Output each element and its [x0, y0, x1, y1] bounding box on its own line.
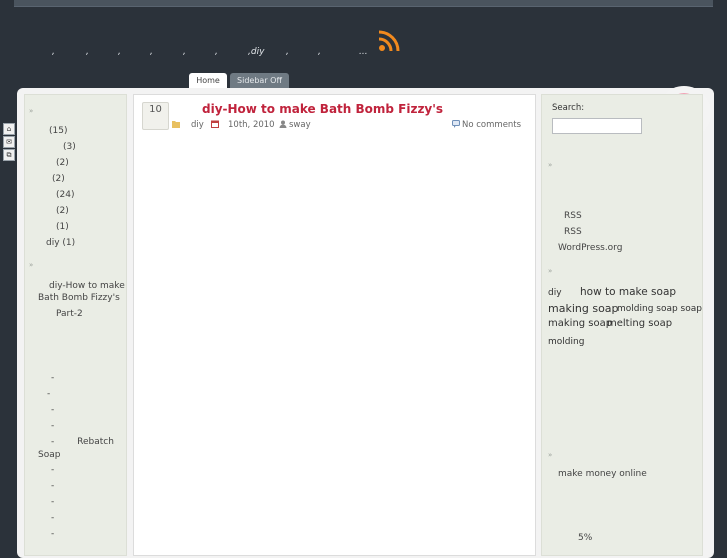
link-item[interactable]: - [51, 481, 54, 491]
meta-link[interactable]: RSS [564, 227, 582, 237]
bullet-icon: » [29, 107, 34, 115]
tagline-part: ... [359, 47, 368, 57]
link-item[interactable]: - [51, 405, 54, 415]
meta-link[interactable]: RSS [564, 211, 582, 221]
category-item[interactable]: diy (1) [46, 238, 75, 248]
right-sidebar: Search: » RSS RSS WordPress.org » diy ho… [541, 94, 703, 556]
recent-post-link[interactable]: Bath Bomb Fizzy's [38, 293, 120, 303]
top-bar [14, 0, 713, 7]
tagline-part: , [183, 47, 186, 57]
tab-home[interactable]: Home [189, 73, 227, 88]
link-item[interactable]: Soap [38, 450, 60, 460]
tab-sidebar-off[interactable]: Sidebar Off [230, 73, 289, 88]
main-content: 10 diy-How to make Bath Bomb Fizzy's diy… [133, 94, 536, 556]
percent-text: 5% [578, 533, 593, 543]
category-item[interactable]: (2) [52, 174, 65, 184]
bookmark-icon[interactable]: ⧉ [3, 149, 15, 161]
post-category[interactable]: diy [191, 120, 204, 130]
left-sidebar: » (15) (3) (2) (2) (24) (2) (1) diy (1) … [24, 94, 127, 556]
bullet-icon: » [548, 161, 553, 169]
bullet-icon: » [548, 267, 553, 275]
post-date-badge: 10 [142, 102, 169, 130]
tagline-part: ,diy [248, 47, 265, 57]
tagline-part: , [52, 47, 55, 57]
link-item[interactable]: - [47, 389, 50, 399]
post-author[interactable]: sway [289, 120, 311, 130]
recent-post-link[interactable]: diy-How to make [49, 281, 125, 291]
tag-link[interactable]: making soap [548, 302, 619, 315]
tagline-part: , [286, 47, 289, 57]
calendar-icon [211, 120, 219, 128]
category-item[interactable]: (2) [56, 206, 69, 216]
bullet-icon: » [548, 451, 553, 459]
tag-link[interactable]: molding soap soap [617, 304, 702, 314]
search-label: Search: [552, 103, 585, 113]
tagline-part: , [150, 47, 153, 57]
link-item[interactable]: - [51, 497, 54, 507]
tagline-part: , [118, 47, 121, 57]
category-item[interactable]: (1) [56, 222, 69, 232]
rss-icon[interactable] [378, 30, 400, 52]
link-item[interactable]: - [51, 529, 54, 539]
tagline-part: , [86, 47, 89, 57]
link-item[interactable]: - [51, 421, 54, 431]
home-icon[interactable]: ⌂ [3, 123, 15, 135]
user-icon [279, 120, 287, 128]
tag-link[interactable]: melting soap [607, 318, 672, 329]
folder-icon [172, 121, 180, 128]
link-item[interactable]: - [51, 513, 54, 523]
link-item[interactable]: - Rebatch [51, 437, 114, 447]
tagline-part: , [215, 47, 218, 57]
bullet-icon: » [29, 261, 34, 269]
comments-link[interactable]: No comments [462, 120, 521, 130]
blogroll-link[interactable]: make money online [558, 469, 647, 479]
post-title[interactable]: diy-How to make Bath Bomb Fizzy's [202, 102, 443, 116]
category-item[interactable]: (15) [49, 126, 67, 136]
tag-link[interactable]: how to make soap [580, 286, 676, 298]
meta-link[interactable]: WordPress.org [558, 243, 622, 253]
tag-link[interactable]: molding [548, 337, 584, 347]
recent-post-link[interactable]: Part-2 [56, 309, 83, 319]
tag-link[interactable]: making soap [548, 318, 612, 329]
side-icon-bar: ⌂ ✉ ⧉ [3, 123, 15, 162]
link-item[interactable]: - [51, 373, 54, 383]
post-date: 10th, 2010 [228, 120, 275, 130]
category-item[interactable]: (3) [63, 142, 76, 152]
category-item[interactable]: (2) [56, 158, 69, 168]
mail-icon[interactable]: ✉ [3, 136, 15, 148]
category-item[interactable]: (24) [56, 190, 74, 200]
search-input[interactable] [552, 118, 642, 134]
comment-icon [452, 120, 460, 128]
tagline-part: , [318, 47, 321, 57]
link-item[interactable]: - [51, 465, 54, 475]
tag-link[interactable]: diy [548, 288, 562, 298]
